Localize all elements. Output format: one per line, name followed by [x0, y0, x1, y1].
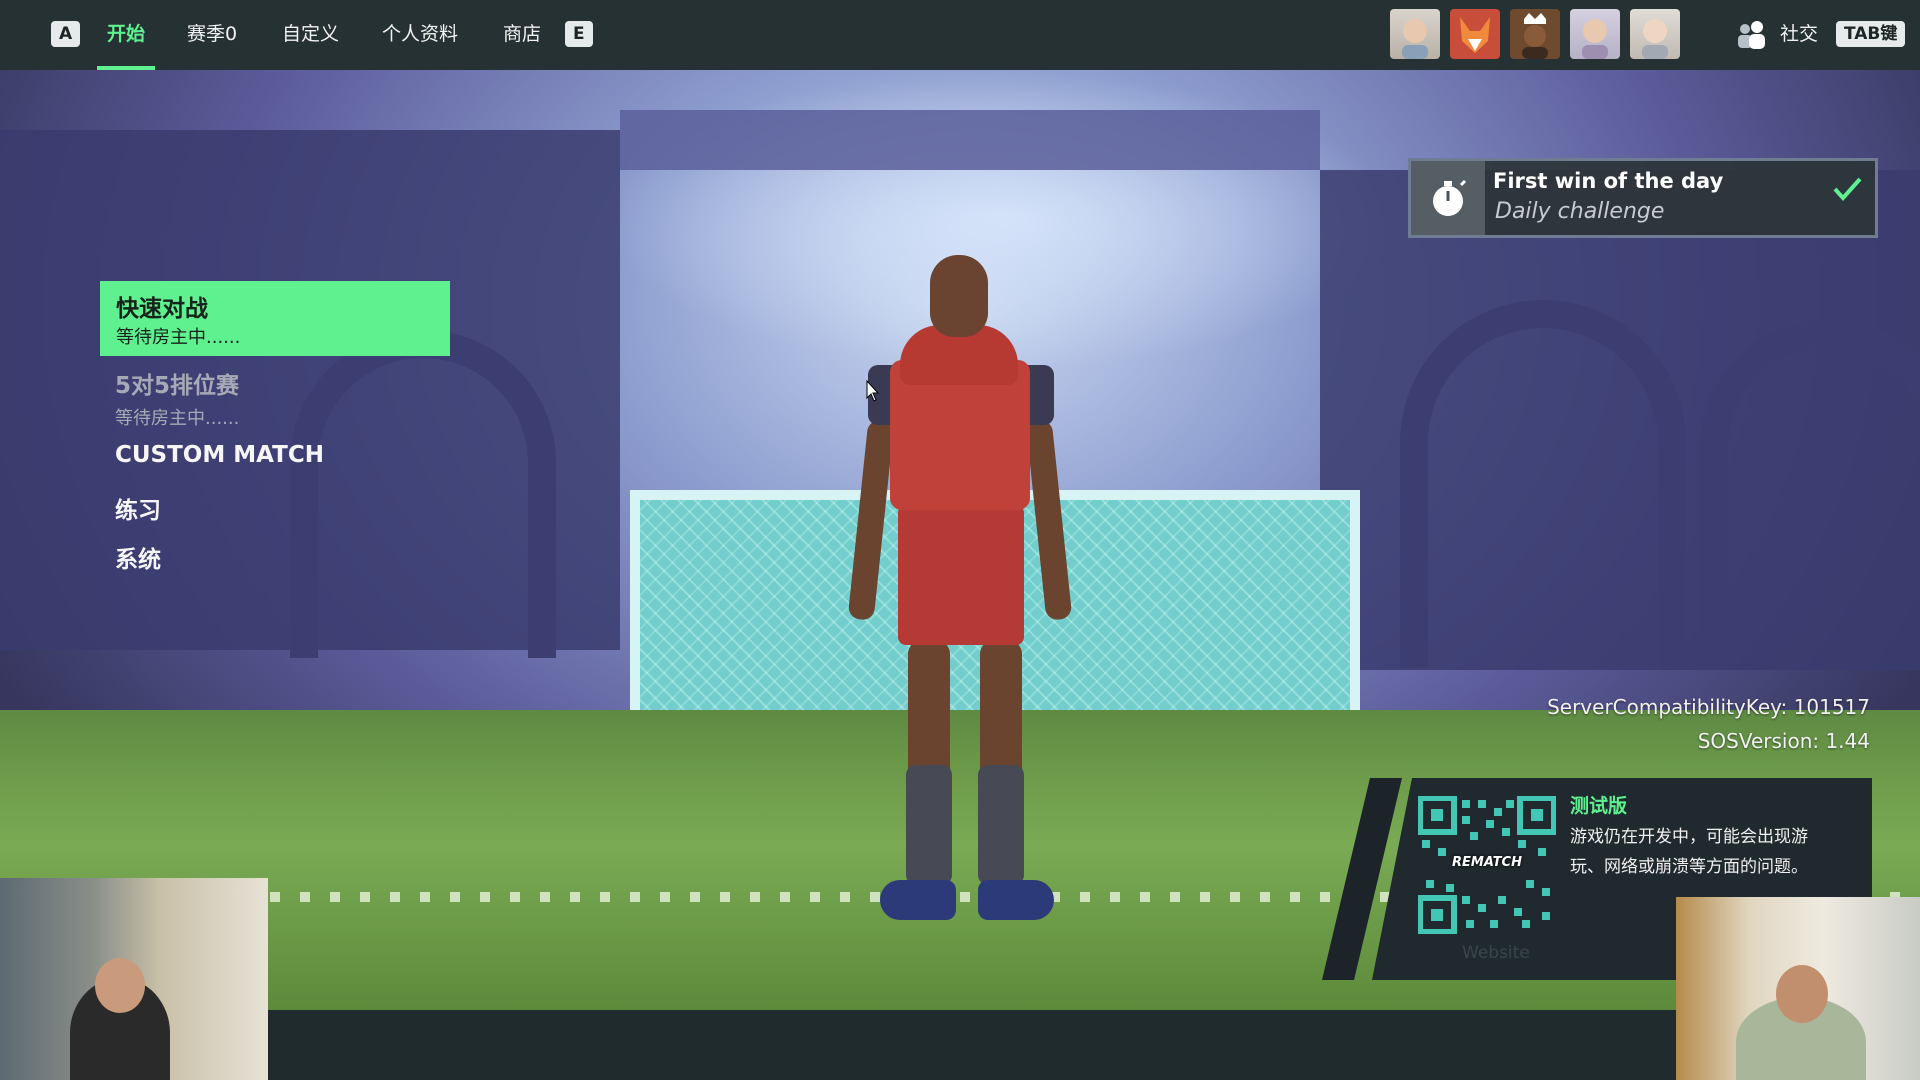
nav-prev-key-hint: A	[51, 21, 81, 47]
menu-item-system[interactable]: 系统	[115, 540, 161, 574]
nav-next-key-hint: E	[565, 21, 593, 47]
crowned-avatar[interactable]	[1510, 9, 1560, 59]
overhead-beam	[620, 110, 1320, 170]
tab-start[interactable]: 开始	[107, 20, 145, 48]
daily-challenge-card[interactable]: First win of the day Daily challenge	[1408, 158, 1878, 238]
menu-item-title: 快速对战	[116, 296, 208, 322]
beta-description: 游戏仍在开发中，可能会出现游玩、网络或崩溃等方面的问题。	[1570, 827, 1808, 877]
checkmark-icon	[1829, 171, 1865, 207]
tab-season[interactable]: 赛季0	[187, 20, 237, 48]
streamer-left-face	[95, 958, 145, 1013]
right-arch-2	[1700, 320, 1920, 668]
social-label[interactable]: 社交	[1780, 20, 1818, 48]
player-boot-right	[978, 880, 1054, 920]
challenge-title: First win of the day	[1493, 169, 1724, 193]
tab-shop[interactable]: 商店	[503, 20, 541, 48]
server-compatibility-key: ServerCompatibilityKey: 101517	[1547, 695, 1870, 719]
streamer-right-face	[1776, 965, 1828, 1023]
sos-version: SOSVersion: 1.44	[1697, 729, 1870, 753]
friends-icon[interactable]	[1733, 20, 1769, 50]
menu-item-ranked-5v5[interactable]: 5对5排位赛 等待房主中......	[115, 366, 239, 430]
mouse-cursor-icon	[866, 379, 880, 402]
menu-item-title: 5对5排位赛	[115, 373, 240, 399]
tab-key-hint: TAB键	[1836, 21, 1906, 47]
player-shin-guard-right	[978, 765, 1024, 885]
player-arm-left	[847, 419, 895, 621]
active-tab-indicator	[97, 66, 155, 70]
menu-item-practice[interactable]: 练习	[115, 491, 161, 525]
menu-item-quick-match[interactable]: 快速对战 等待房主中......	[100, 281, 450, 356]
right-arch-1	[1400, 300, 1686, 668]
webcam-left	[0, 878, 268, 1080]
qr-brand-label: REMATCH	[1452, 855, 1522, 870]
player-shin-guard-left	[906, 765, 952, 885]
menu-item-custom-match[interactable]: CUSTOM MATCH	[115, 442, 324, 468]
stopwatch-icon	[1411, 161, 1485, 235]
player-shorts	[898, 505, 1024, 645]
challenge-subtitle: Daily challenge	[1495, 199, 1665, 224]
bottom-strip	[0, 1010, 1920, 1080]
player-avatar-1[interactable]	[1390, 9, 1440, 59]
website-link[interactable]: Website	[1462, 943, 1530, 963]
player-boot-left	[880, 880, 956, 920]
tab-customize[interactable]: 自定义	[282, 20, 339, 48]
player-head	[930, 255, 988, 337]
left-arch	[290, 330, 556, 658]
menu-item-subtitle: 等待房主中......	[116, 327, 241, 348]
player-avatar-4[interactable]	[1570, 9, 1620, 59]
fox-avatar[interactable]	[1450, 9, 1500, 59]
player-character	[840, 255, 1080, 955]
tab-profile[interactable]: 个人资料	[382, 20, 458, 48]
top-nav-bar: A 开始 赛季0 自定义 个人资料 商店 E 社交 TAB键	[0, 0, 1920, 70]
beta-title: 测试版	[1570, 795, 1628, 817]
webcam-right	[1676, 897, 1920, 1080]
player-avatar-5[interactable]	[1630, 9, 1680, 59]
menu-item-subtitle: 等待房主中......	[115, 408, 240, 429]
player-arm-right	[1025, 419, 1073, 621]
